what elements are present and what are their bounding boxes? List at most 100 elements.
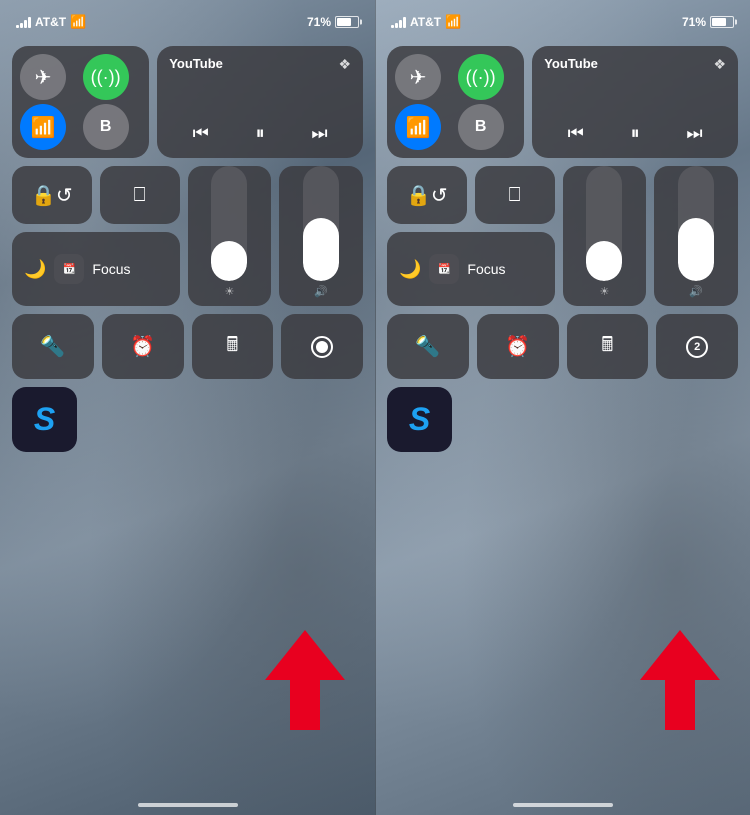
status-bar-left: AT&T 📶 71% [0, 0, 375, 38]
status-right-left: 71% [307, 15, 359, 29]
signal-bar-r4 [403, 17, 406, 28]
now-playing-block-right: YouTube ❖ ⏮ ⏸ ⏭ [532, 46, 738, 158]
playpause-btn-right[interactable]: ⏸ [623, 119, 648, 148]
calculator-btn-left[interactable]: 🖩 [192, 314, 274, 379]
brightness-icon-right: ☀ [599, 285, 609, 298]
np-top-right: YouTube ❖ [544, 56, 726, 73]
cellular-toggle-right[interactable]: ((·)) [458, 54, 504, 100]
signal-bar-2 [20, 23, 23, 28]
battery-right [710, 16, 734, 28]
signal-bar-r2 [395, 23, 398, 28]
focus-block-left[interactable]: 🌙 📆 Focus [12, 232, 180, 306]
connectivity-block-right: ✈ ((·)) 📶 B [387, 46, 524, 158]
alarm-icon-left: ⏰ [130, 334, 155, 359]
signal-bar-r3 [399, 20, 402, 28]
bluetooth-toggle-right[interactable]: B [458, 104, 504, 150]
focus-sub-icon-left: 📆 [54, 254, 84, 284]
airplane-toggle-left[interactable]: ✈ [20, 54, 66, 100]
record-number-right: 2 [686, 336, 708, 358]
brightness-slider-right[interactable]: ☀ [563, 166, 647, 306]
record-btn-right[interactable]: 2 [656, 314, 738, 379]
flashlight-btn-right[interactable]: 🔦 [387, 314, 469, 379]
cellular-icon-left: ((·)) [91, 67, 121, 88]
focus-block-right[interactable]: 🌙 📆 Focus [387, 232, 555, 306]
calculator-icon-right: 🖩 [601, 330, 613, 364]
status-right-right: 71% [682, 15, 734, 29]
volume-slider-right[interactable]: 🔊 [654, 166, 738, 306]
airplane-icon-left: ✈ [35, 65, 52, 90]
rewind-btn-right[interactable]: ⏮ [560, 119, 592, 148]
volume-track-left [303, 166, 339, 281]
airplay-icon-right[interactable]: ❖ [713, 56, 726, 73]
focus-moon-icon-left: 🌙 [24, 259, 46, 280]
calculator-icon-left: 🖩 [226, 330, 238, 364]
status-left-left: AT&T 📶 [16, 14, 86, 30]
ffwd-btn-left[interactable]: ⏭ [303, 119, 335, 148]
right-panel: AT&T 📶 71% ✈ ((·)) 📶 [375, 0, 750, 815]
red-arrow-left [265, 630, 345, 735]
rotation-lock-icon-left: 🔒↺ [31, 183, 73, 208]
battery-left [335, 16, 359, 28]
playpause-btn-left[interactable]: ⏸ [248, 119, 273, 148]
record-number-text-right: 2 [694, 341, 700, 353]
alarm-btn-right[interactable]: ⏰ [477, 314, 559, 379]
brightness-slider-left[interactable]: ☀ [188, 166, 272, 306]
flashlight-btn-left[interactable]: 🔦 [12, 314, 94, 379]
shazam-btn-left[interactable]: S [12, 387, 77, 452]
bluetooth-icon-left: B [100, 118, 112, 136]
record-icon-left [311, 336, 333, 358]
flashlight-icon-right: 🔦 [415, 334, 440, 359]
battery-icon-left [335, 16, 359, 28]
brightness-icon-left: ☀ [224, 285, 234, 298]
status-bar-right: AT&T 📶 71% [375, 0, 750, 38]
control-center-right: ✈ ((·)) 📶 B YouTube ❖ ⏮ [375, 38, 750, 468]
flashlight-icon-left: 🔦 [40, 334, 65, 359]
small-toggle-row-right: 🔒↺ ⎕ [387, 166, 555, 224]
wifi-toggle-left[interactable]: 📶 [20, 104, 66, 150]
cc-row-2-left: 🔒↺ ⎕ 🌙 📆 Focus ☀ [12, 166, 363, 306]
cc-row-1-right: ✈ ((·)) 📶 B YouTube ❖ ⏮ [387, 46, 738, 158]
volume-track-right [678, 166, 714, 281]
small-toggles-left: 🔒↺ ⎕ 🌙 📆 Focus [12, 166, 180, 306]
screen-mirror-icon-right: ⎕ [509, 184, 521, 207]
calculator-btn-right[interactable]: 🖩 [567, 314, 649, 379]
now-playing-block-left: YouTube ❖ ⏮ ⏸ ⏭ [157, 46, 363, 158]
cellular-toggle-left[interactable]: ((·)) [83, 54, 129, 100]
airplay-icon-left[interactable]: ❖ [338, 56, 351, 73]
cc-row-2-right: 🔒↺ ⎕ 🌙 📆 Focus ☀ [387, 166, 738, 306]
bluetooth-toggle-left[interactable]: B [83, 104, 129, 150]
volume-slider-left[interactable]: 🔊 [279, 166, 363, 306]
record-btn-left[interactable] [281, 314, 363, 379]
alarm-btn-left[interactable]: ⏰ [102, 314, 184, 379]
screen-mirror-right[interactable]: ⎕ [475, 166, 555, 224]
carrier-label-left: AT&T [35, 15, 66, 29]
brightness-track-left [211, 166, 247, 281]
connectivity-block-left: ✈ ((·)) 📶 B [12, 46, 149, 158]
wifi-icon-btn-left: 📶 [31, 115, 56, 140]
cc-row-1-left: ✈ ((·)) 📶 B YouTube ❖ ⏮ [12, 46, 363, 158]
brightness-fill-right [586, 241, 622, 281]
ffwd-btn-right[interactable]: ⏭ [678, 119, 710, 148]
rotation-lock-right[interactable]: 🔒↺ [387, 166, 467, 224]
home-indicator-left [138, 803, 238, 807]
signal-bar-3 [24, 20, 27, 28]
brightness-track-right [586, 166, 622, 281]
record-dot-left [316, 341, 328, 353]
wifi-icon-left: 📶 [70, 14, 86, 30]
shazam-btn-right[interactable]: S [387, 387, 452, 452]
alarm-icon-right: ⏰ [505, 334, 530, 359]
screen-mirror-left[interactable]: ⎕ [100, 166, 180, 224]
focus-label-left: Focus [92, 261, 130, 277]
screen-mirror-icon-left: ⎕ [134, 184, 146, 207]
focus-label-right: Focus [467, 261, 505, 277]
brightness-fill-left [211, 241, 247, 281]
volume-fill-left [303, 218, 339, 281]
rotation-lock-left[interactable]: 🔒↺ [12, 166, 92, 224]
bluetooth-icon-right: B [475, 118, 487, 136]
np-controls-left: ⏮ ⏸ ⏭ [169, 115, 351, 148]
airplane-toggle-right[interactable]: ✈ [395, 54, 441, 100]
rewind-btn-left[interactable]: ⏮ [185, 119, 217, 148]
wifi-toggle-right[interactable]: 📶 [395, 104, 441, 150]
battery-fill-left [337, 18, 351, 26]
cc-row-3-right: 🔦 ⏰ 🖩 2 [387, 314, 738, 379]
